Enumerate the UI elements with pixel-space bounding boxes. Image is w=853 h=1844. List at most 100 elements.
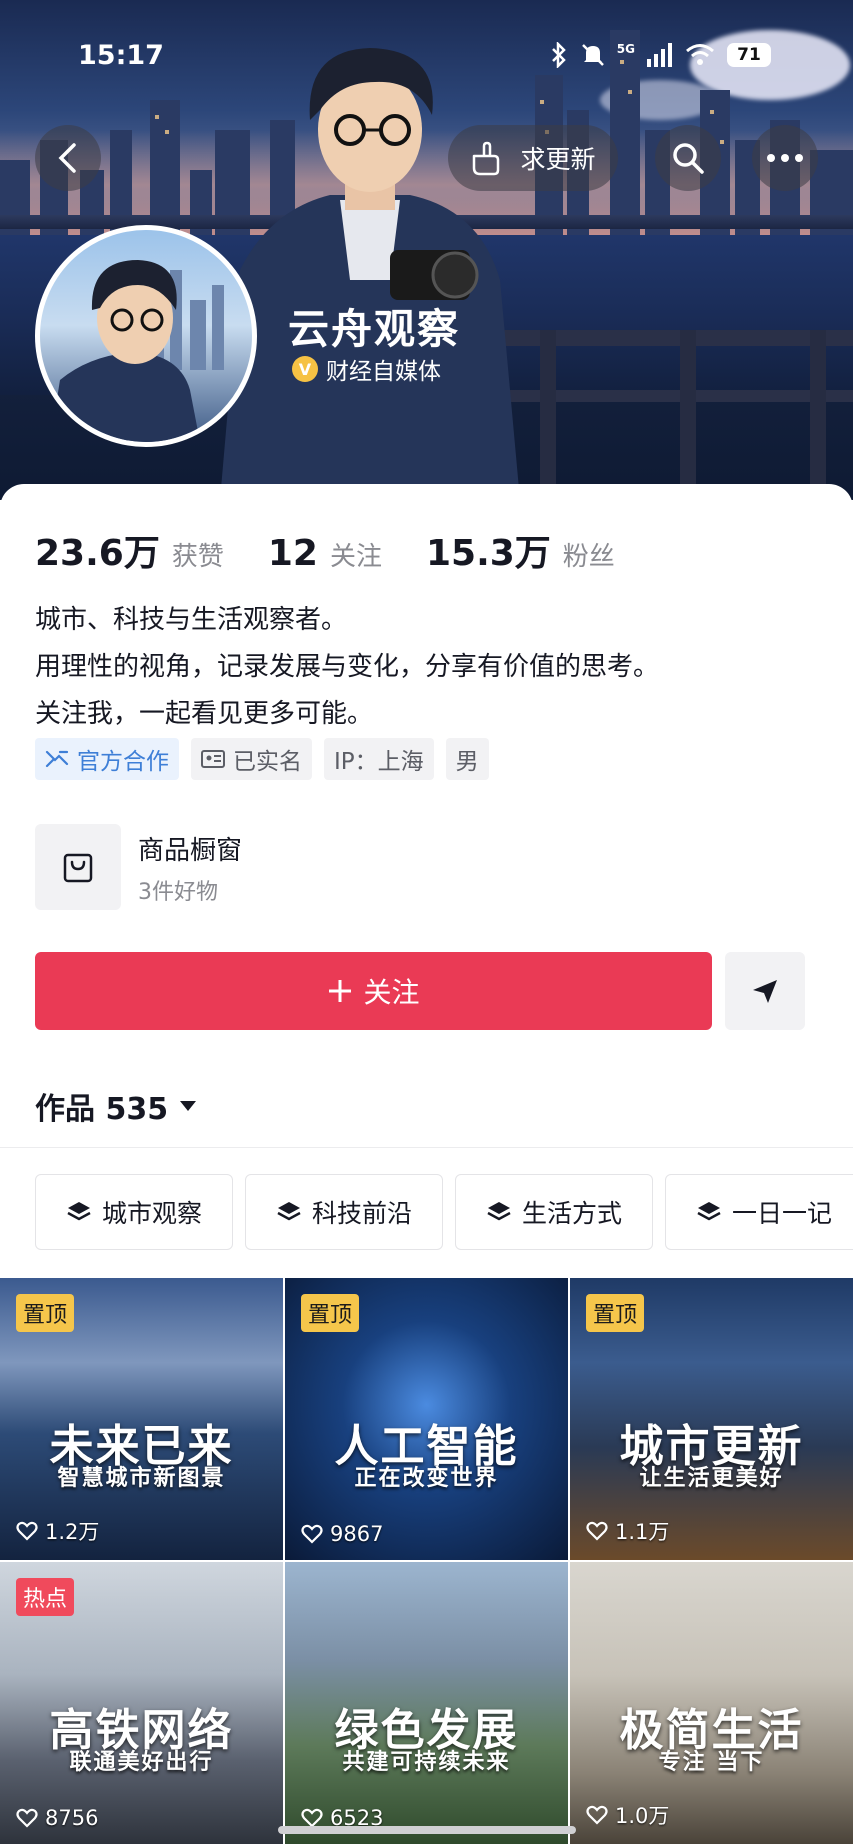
request-update-label: 求更新 — [520, 145, 596, 174]
video-cover-subtitle: 共建可持续未来 — [342, 1750, 511, 1775]
works-label: 作品 535 — [35, 1092, 169, 1127]
video-likes-count: 1.0万 — [615, 1804, 670, 1828]
plus-icon — [329, 980, 352, 1002]
realname-tag: 已实名 — [191, 738, 312, 780]
video-likes: 1.0万 — [586, 1800, 669, 1830]
verification-row: V 财经自媒体 — [292, 352, 441, 386]
video-cover-subtitle: 正在改变世界 — [354, 1466, 499, 1491]
more-dots-icon — [767, 154, 803, 162]
paper-plane-icon — [753, 980, 777, 1003]
video-cover-subtitle: 智慧城市新图景 — [57, 1466, 226, 1491]
verified-badge-icon: V — [292, 356, 318, 382]
mute-icon — [581, 44, 604, 66]
collection-chip-label: 城市观察 — [101, 1199, 202, 1228]
layers-icon — [67, 1202, 91, 1221]
collection-chip[interactable]: 一日一记 — [665, 1174, 853, 1250]
video-likes: 1.1万 — [586, 1516, 669, 1546]
id-card-icon — [201, 750, 225, 768]
collection-chip[interactable]: 生活方式 — [455, 1174, 653, 1250]
gender-label: 男 — [455, 749, 479, 775]
status-icons: 5G 71 — [549, 42, 771, 68]
layers-icon — [277, 1202, 301, 1221]
section-divider — [0, 1147, 853, 1148]
video-likes-count: 9867 — [330, 1522, 384, 1546]
pinned-badge: 置顶 — [301, 1294, 360, 1332]
bio-line: 用理性的视角，记录发展与变化，分享有价值的思考。 — [35, 652, 660, 682]
shop-window-subtitle: 3件好物 — [138, 880, 218, 905]
video-likes-count: 1.2万 — [45, 1520, 100, 1544]
avatar-illustration — [50, 260, 224, 442]
video-card[interactable]: 置顶 人工智能 正在改变世界 9867 — [285, 1278, 568, 1560]
realname-label: 已实名 — [233, 749, 302, 775]
official-partner-label: 官方合作 — [77, 749, 169, 775]
video-likes-count: 1.1万 — [615, 1520, 670, 1544]
search-button[interactable] — [655, 125, 721, 191]
video-card[interactable]: 热点 高铁网络 联通美好出行 8756 — [0, 1562, 283, 1844]
search-icon — [673, 143, 704, 174]
layers-icon — [487, 1202, 511, 1221]
video-card[interactable]: 极简生活 专注 当下 1.0万 — [570, 1562, 853, 1844]
official-partner-tag[interactable]: 官方合作 — [35, 738, 179, 780]
network-label: 5G — [616, 42, 635, 56]
works-tab[interactable]: 作品 535 — [35, 1084, 198, 1128]
follow-label: 关注 — [363, 976, 420, 1009]
ip-location-label: IP：上海 — [334, 749, 424, 775]
wifi-icon — [686, 44, 714, 65]
pinned-badge: 置顶 — [16, 1294, 75, 1332]
shop-window-entry[interactable]: 商品橱窗 3件好物 — [35, 824, 635, 910]
hot-badge: 热点 — [16, 1578, 75, 1616]
heart-outline-icon — [586, 1521, 608, 1541]
follow-button[interactable]: 关注 — [35, 952, 712, 1030]
request-update-button[interactable]: 求更新 — [448, 125, 618, 191]
video-card[interactable]: 置顶 城市更新 让生活更美好 1.1万 — [570, 1278, 853, 1560]
video-likes: 9867 — [301, 1522, 383, 1546]
caret-down-icon — [180, 1101, 197, 1111]
video-cover-subtitle: 让生活更美好 — [639, 1466, 784, 1491]
video-cover-subtitle: 联通美好出行 — [69, 1750, 214, 1775]
heart-outline-icon — [16, 1521, 38, 1541]
video-grid: 置顶 未来已来 智慧城市新图景 1.2万 置顶 人工智能 正在改变世界 9867… — [0, 1278, 853, 1844]
heart-outline-icon — [301, 1808, 323, 1828]
verified-label: 财经自媒体 — [326, 359, 441, 385]
gender-tag: 男 — [445, 738, 489, 780]
more-button[interactable] — [752, 125, 818, 191]
video-likes: 1.2万 — [16, 1516, 99, 1546]
status-bar: 15:17 5G 71 — [0, 38, 853, 78]
collection-chip[interactable]: 科技前沿 — [245, 1174, 443, 1250]
shop-bag-icon — [35, 824, 121, 910]
heart-outline-icon — [301, 1524, 323, 1544]
video-likes-count: 8756 — [45, 1806, 99, 1830]
heart-outline-icon — [16, 1808, 38, 1828]
collection-chip-label: 生活方式 — [521, 1199, 622, 1228]
ip-location-tag: IP：上海 — [324, 738, 434, 780]
collection-chips: 城市观察 科技前沿 生活方式 一日一记 — [35, 1174, 853, 1250]
following-count[interactable]: 12 — [268, 533, 318, 574]
chevron-left-icon — [58, 143, 76, 173]
video-card[interactable]: 置顶 未来已来 智慧城市新图景 1.2万 — [0, 1278, 283, 1560]
likes-label: 获赞 — [171, 542, 224, 572]
bio: 城市、科技与生活观察者。 用理性的视角，记录发展与变化，分享有价值的思考。 关注… — [35, 597, 659, 738]
shop-window-title: 商品橱窗 — [138, 836, 243, 866]
battery-indicator: 71 — [727, 43, 771, 67]
cover-person-illustration — [220, 48, 520, 500]
following-label[interactable]: 关注 — [330, 536, 382, 573]
likes-count: 23.6万 — [35, 533, 160, 574]
heart-outline-icon — [586, 1805, 608, 1825]
profile-name: 云舟观察 — [288, 305, 460, 353]
bio-line: 关注我，一起看见更多可能。 — [35, 699, 374, 729]
collection-chip[interactable]: 城市观察 — [35, 1174, 233, 1250]
status-time: 15:17 — [78, 40, 164, 71]
back-button[interactable] — [35, 125, 101, 191]
layers-icon — [697, 1202, 721, 1221]
video-cover-subtitle: 专注 当下 — [658, 1750, 765, 1775]
home-indicator[interactable] — [278, 1826, 576, 1834]
followers-label[interactable]: 粉丝 — [563, 536, 615, 573]
video-card[interactable]: 绿色发展 共建可持续未来 6523 — [285, 1562, 568, 1844]
followers-count[interactable]: 15.3万 — [426, 524, 551, 576]
collection-chip-label: 一日一记 — [731, 1199, 832, 1228]
avatar[interactable] — [35, 225, 257, 447]
handshake-icon — [45, 750, 69, 768]
signal-icon — [647, 43, 672, 67]
send-message-button[interactable] — [725, 952, 805, 1030]
collection-chip-label: 科技前沿 — [311, 1199, 412, 1228]
